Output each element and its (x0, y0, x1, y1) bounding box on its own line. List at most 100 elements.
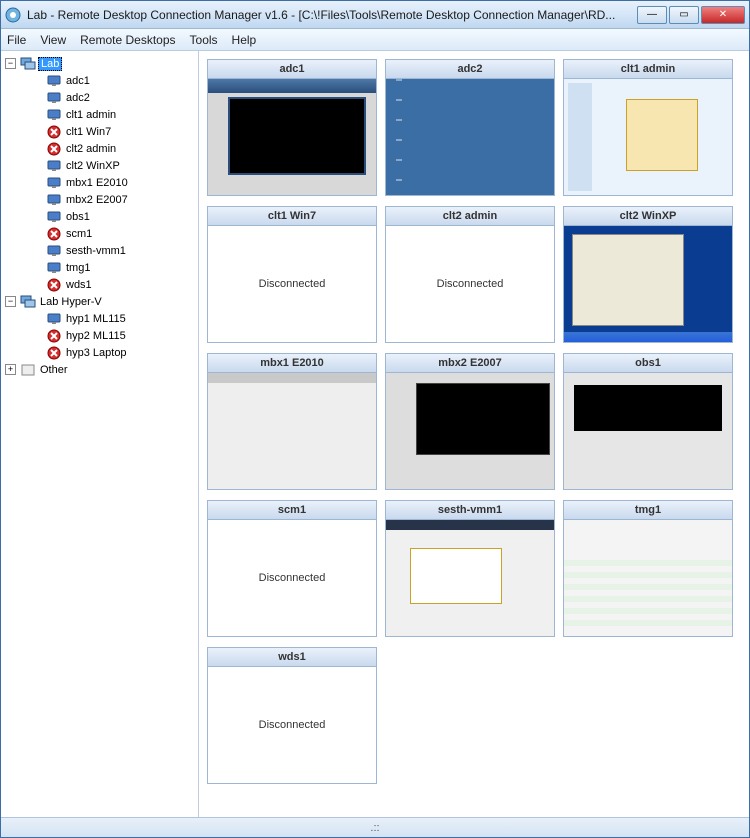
disconnected-label: Disconnected (437, 278, 504, 290)
thumbnail-body[interactable] (564, 520, 732, 636)
group-icon (20, 363, 36, 377)
collapse-icon[interactable]: − (5, 58, 16, 69)
thumbnail[interactable]: clt2 WinXP (563, 206, 733, 343)
thumbnail-body[interactable]: Disconnected (386, 226, 554, 342)
minimize-button[interactable]: — (637, 6, 667, 24)
tree-label[interactable]: tmg1 (64, 262, 92, 274)
thumbnail-body[interactable] (564, 226, 732, 342)
menu-remote-desktops[interactable]: Remote Desktops (80, 33, 175, 47)
thumbnail[interactable]: adc2 (385, 59, 555, 196)
thumbnail[interactable]: sesth-vmm1 (385, 500, 555, 637)
tree-label[interactable]: Lab (38, 57, 62, 71)
tree-item[interactable]: mbx1 E2010 (3, 174, 196, 191)
thumbnail-body[interactable]: Disconnected (208, 667, 376, 783)
thumbnail-title[interactable]: adc1 (208, 60, 376, 79)
tree-label[interactable]: clt1 Win7 (64, 126, 113, 138)
thumbnail[interactable]: tmg1 (563, 500, 733, 637)
maximize-button[interactable]: ▭ (669, 6, 699, 24)
thumbnail[interactable]: clt1 admin (563, 59, 733, 196)
app-icon (5, 7, 21, 23)
tree-label[interactable]: hyp2 ML115 (64, 330, 128, 342)
thumbnail-body[interactable] (564, 79, 732, 195)
menu-view[interactable]: View (40, 33, 66, 47)
thumbnail-area[interactable]: adc1adc2clt1 adminclt1 Win7Disconnectedc… (199, 51, 749, 817)
thumbnail-title[interactable]: wds1 (208, 648, 376, 667)
thumbnail[interactable]: mbx2 E2007 (385, 353, 555, 490)
close-button[interactable]: ✕ (701, 6, 745, 24)
tree-label[interactable]: sesth-vmm1 (64, 245, 128, 257)
thumbnail-title[interactable]: clt1 admin (564, 60, 732, 79)
thumbnail-title[interactable]: clt2 admin (386, 207, 554, 226)
thumbnail[interactable]: mbx1 E2010 (207, 353, 377, 490)
thumbnail-title[interactable]: scm1 (208, 501, 376, 520)
thumbnail-title[interactable]: obs1 (564, 354, 732, 373)
thumbnail[interactable]: scm1 Disconnected (207, 500, 377, 637)
tree-item[interactable]: clt2 admin (3, 140, 196, 157)
tree-label[interactable]: adc1 (64, 75, 92, 87)
expand-icon[interactable]: + (5, 364, 16, 375)
window-controls: — ▭ ✕ (637, 6, 745, 24)
tree-item[interactable]: clt1 admin (3, 106, 196, 123)
collapse-icon[interactable]: − (5, 296, 16, 307)
tree-label[interactable]: Lab Hyper-V (38, 296, 104, 308)
tree-item[interactable]: obs1 (3, 208, 196, 225)
computer-icon (46, 210, 62, 224)
tree-item[interactable]: wds1 (3, 276, 196, 293)
thumbnail-body[interactable] (386, 79, 554, 195)
thumbnail-title[interactable]: sesth-vmm1 (386, 501, 554, 520)
thumbnail-title[interactable]: tmg1 (564, 501, 732, 520)
thumbnail-body[interactable] (208, 373, 376, 489)
tree-label[interactable]: obs1 (64, 211, 92, 223)
tree-item[interactable]: clt1 Win7 (3, 123, 196, 140)
tree-item[interactable]: clt2 WinXP (3, 157, 196, 174)
menu-file[interactable]: File (7, 33, 26, 47)
thumbnail[interactable]: obs1 (563, 353, 733, 490)
tree-panel[interactable]: − Labadc1 adc2 clt1 admin clt1 Win7 clt2 admi… (1, 51, 199, 817)
thumbnail-body[interactable] (208, 79, 376, 195)
tree-label[interactable]: hyp3 Laptop (64, 347, 129, 359)
tree-label[interactable]: adc2 (64, 92, 92, 104)
tree-item[interactable]: hyp1 ML115 (3, 310, 196, 327)
tree-item[interactable]: tmg1 (3, 259, 196, 276)
tree-item[interactable]: adc1 (3, 72, 196, 89)
tree-label[interactable]: mbx1 E2010 (64, 177, 130, 189)
thumbnail-body[interactable] (386, 373, 554, 489)
thumbnail[interactable]: wds1Disconnected (207, 647, 377, 784)
tree-item[interactable]: mbx2 E2007 (3, 191, 196, 208)
tree-label[interactable]: wds1 (64, 279, 94, 291)
tree-item[interactable]: adc2 (3, 89, 196, 106)
thumbnail[interactable]: clt1 Win7Disconnected (207, 206, 377, 343)
tree-label[interactable]: clt1 admin (64, 109, 118, 121)
computer-icon (46, 74, 62, 88)
thumbnail-body[interactable]: Disconnected (208, 226, 376, 342)
menu-help[interactable]: Help (232, 33, 257, 47)
tree-item[interactable]: sesth-vmm1 (3, 242, 196, 259)
thumbnail-title[interactable]: mbx1 E2010 (208, 354, 376, 373)
tree-group-lab[interactable]: − Lab (3, 55, 196, 72)
computer-icon (46, 108, 62, 122)
thumbnail-title[interactable]: mbx2 E2007 (386, 354, 554, 373)
tree-label[interactable]: mbx2 E2007 (64, 194, 130, 206)
menu-tools[interactable]: Tools (190, 33, 218, 47)
thumbnail-body[interactable] (564, 373, 732, 489)
thumbnail-title[interactable]: adc2 (386, 60, 554, 79)
tree-group-other[interactable]: + Other (3, 361, 196, 378)
tree-group-hyperv[interactable]: − Lab Hyper-V (3, 293, 196, 310)
titlebar[interactable]: Lab - Remote Desktop Connection Manager … (1, 1, 749, 29)
tree-label[interactable]: clt2 admin (64, 143, 118, 155)
tree-item[interactable]: hyp2 ML115 (3, 327, 196, 344)
thumbnail-body[interactable]: Disconnected (208, 520, 376, 636)
thumbnail[interactable]: adc1 (207, 59, 377, 196)
thumbnail[interactable]: clt2 admin Disconnected (385, 206, 555, 343)
thumbnail-title[interactable]: clt2 WinXP (564, 207, 732, 226)
disconnected-label: Disconnected (259, 572, 326, 584)
thumbnail-body[interactable] (386, 520, 554, 636)
tree-label[interactable]: clt2 WinXP (64, 160, 122, 172)
thumbnail-title[interactable]: clt1 Win7 (208, 207, 376, 226)
tree-label[interactable]: scm1 (64, 228, 94, 240)
tree-item[interactable]: scm1 (3, 225, 196, 242)
tree-label[interactable]: hyp1 ML115 (64, 313, 128, 325)
tree-item[interactable]: hyp3 Laptop (3, 344, 196, 361)
thumbnail-preview (564, 373, 732, 489)
tree-label[interactable]: Other (38, 364, 70, 376)
